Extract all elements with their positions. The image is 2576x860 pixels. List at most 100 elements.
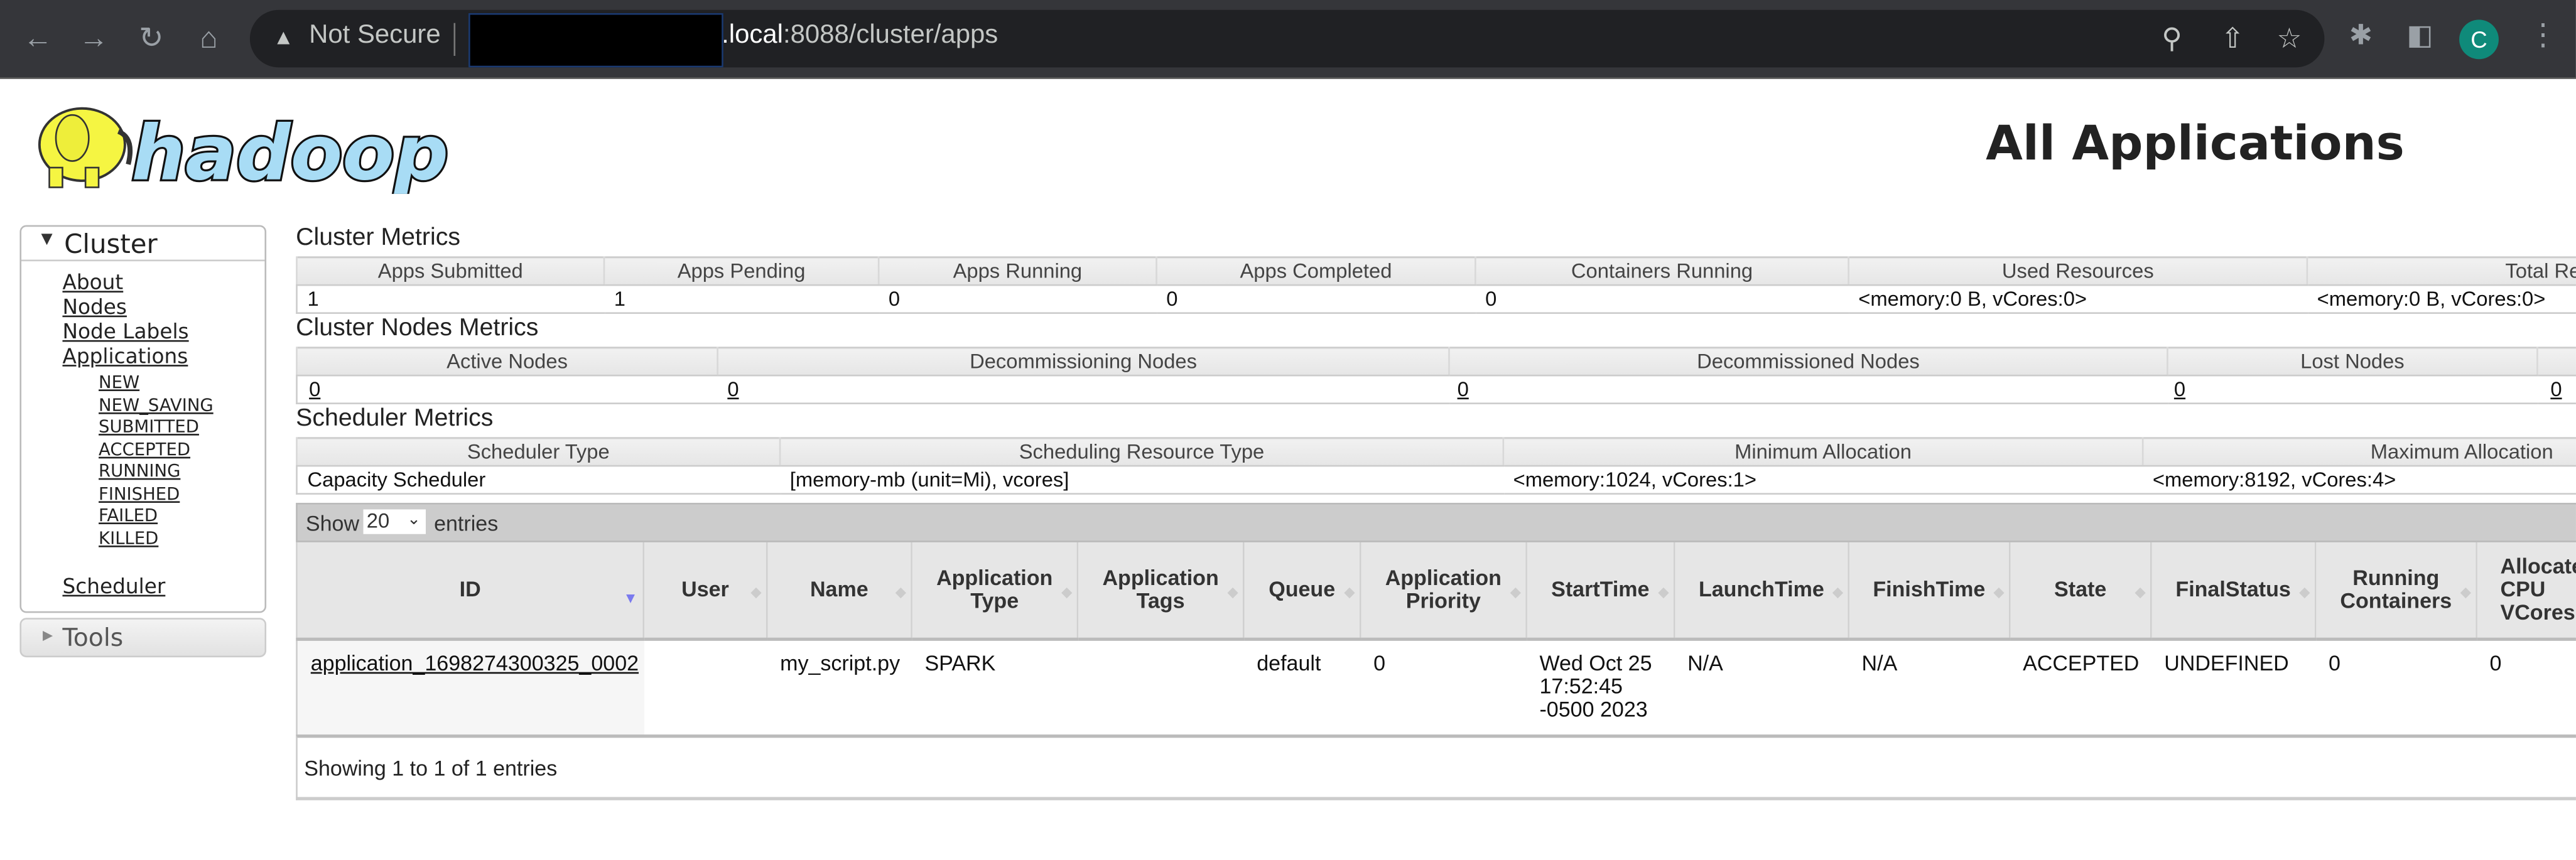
column-label: Queue [1269,576,1336,602]
metric-header: Minimum Allocation [1502,438,2143,467]
sidebar-link-running[interactable]: RUNNING [99,462,264,484]
decommissioned-nodes-link[interactable]: 0 [1458,378,1469,401]
column-header-application-tags[interactable]: Application Tags ◆ [1076,542,1244,641]
unhealthy-nodes-link[interactable]: 0 [2550,378,2562,401]
column-header-launchtime[interactable]: LaunchTime ◆ [1673,542,1849,641]
column-label: State [2054,576,2107,602]
column-label: Application Tags [1102,565,1219,613]
page-title: All Applications [1986,115,2405,171]
hadoop-logo[interactable]: hadoop [23,89,450,200]
sidebar-link-finished[interactable]: FINISHED [99,484,264,506]
table-header-row: ID ▼ User ◆ Name ◆ Application Type ◆ Applic… [296,542,2576,641]
column-header-user[interactable]: User ◆ [642,542,767,641]
tools-accordion-header[interactable]: ▶ Tools [19,618,267,658]
sidebar-link-scheduler[interactable]: Scheduler [62,574,264,598]
reload-icon[interactable]: ↻ [133,19,170,56]
cell-name: my_script.py [780,650,901,675]
column-header-starttime[interactable]: StartTime ◆ [1525,542,1675,641]
cluster-links: About Nodes Node Labels Applications NEW… [21,261,264,611]
sort-both-icon: ◆ [1228,584,1238,600]
page-size-select[interactable]: 20 ⌄ [363,509,426,534]
metric-header: Decommissioned Nodes [1448,347,2168,377]
warning-icon[interactable]: ▲ [273,24,295,49]
bookmark-star-icon[interactable]: ☆ [2277,23,2302,56]
back-icon[interactable]: ← [19,19,56,56]
sidebar-link-accepted[interactable]: ACCEPTED [99,439,264,461]
sidebar-link-failed[interactable]: FAILED [99,506,264,528]
nodes-metrics-table: Active Nodes Decommissioning Nodes Decom… [296,347,2576,404]
column-header-name[interactable]: Name ◆ [766,542,912,641]
column-header-application-priority[interactable]: Application Priority ◆ [1359,542,1527,641]
browser-toolbar: ← → ↻ ⌂ ▲ Not Secure .local:8088/cluster… [0,0,2576,79]
sidebar-link-submitted[interactable]: SUBMITTED [99,417,264,439]
tools-label: Tools [62,623,124,653]
cell-final-status: UNDEFINED [2164,650,2289,675]
cell-finish-time: N/A [1861,650,1898,675]
metric-header: Apps Pending [603,257,879,286]
sort-both-icon: ◆ [1344,584,1355,600]
lost-nodes-link[interactable]: 0 [2174,378,2185,401]
cell-start-time: Wed Oct 25 17:52:45 -0500 2023 [1539,650,1652,722]
application-id-link[interactable]: application_1698274300325_0002 [311,651,639,675]
sort-both-icon: ◆ [1993,584,2004,600]
scheduler-metrics-table: Scheduler Type Scheduling Resource Type … [296,437,2576,495]
more-menu-icon[interactable]: ⋮ [2528,18,2558,53]
sort-both-icon: ◆ [1832,584,1843,600]
url-host: .local [722,21,783,50]
profile-avatar[interactable]: C [2459,19,2499,60]
sort-both-icon: ◆ [2299,584,2310,600]
cell-queue: default [1257,650,1321,675]
metric-header: Apps Running [877,257,1157,286]
security-label[interactable]: Not Secure [309,21,441,51]
sidebar-link-nodes[interactable]: Nodes [62,294,264,319]
app-state-links: NEW NEW_SAVING SUBMITTED ACCEPTED RUNNIN… [62,373,264,551]
extensions-icon[interactable]: ✱ [2349,19,2373,52]
sort-both-icon: ◆ [896,584,906,600]
cell-allocated-vcores: 0 [2489,650,2502,675]
column-header-running-containers[interactable]: Running Containers ◆ [2314,542,2477,641]
column-header-id[interactable]: ID ▼ [296,542,644,641]
scheduler-metrics-value-row: Capacity Scheduler [memory-mb (unit=Mi),… [296,466,2575,494]
metric-value: [memory-mb (unit=Mi), vcores] [789,468,1069,492]
sidebar-link-applications[interactable]: Applications [62,343,264,368]
cluster-metrics-title: Cluster Metrics [296,223,460,252]
redacted-hostname [468,13,723,68]
home-icon[interactable]: ⌂ [191,19,227,56]
url-text[interactable]: .local:8088/cluster/apps [722,21,998,51]
sidebar-link-node-labels[interactable]: Node Labels [62,319,264,343]
triangle-down-icon: ▼ [41,232,53,249]
metric-value: <memory:1024, vCores:1> [1513,468,1757,492]
zoom-out-icon[interactable]: ⚲ [2162,23,2182,56]
column-header-allocated-vcores[interactable]: Allocated CPU VCores [2476,542,2576,641]
metric-header: Active Nodes [296,347,718,377]
metric-header: Containers Running [1475,257,1849,286]
forward-icon[interactable]: → [75,19,112,56]
side-panel-icon[interactable]: ◧ [2406,19,2433,52]
logo-wordmark: hadoop [131,109,448,194]
metric-value: Capacity Scheduler [307,468,486,492]
sidebar-link-new-saving[interactable]: NEW_SAVING [99,395,264,417]
active-nodes-link[interactable]: 0 [309,378,320,401]
address-bar[interactable]: ▲ Not Secure .local:8088/cluster/apps ⚲ … [249,9,2325,68]
metric-header: Scheduling Resource Type [779,438,1503,467]
column-header-finalstatus[interactable]: FinalStatus ◆ [2150,542,2316,641]
column-header-application-type[interactable]: Application Type ◆ [911,542,1078,641]
metric-header [2536,347,2576,377]
table-info-footer: Showing 1 to 1 of 1 entries [296,734,2576,800]
column-label: User [681,576,729,602]
share-icon[interactable]: ⇧ [2221,23,2244,56]
sidebar-link-new[interactable]: NEW [99,373,264,395]
cell-running-containers: 0 [2328,650,2341,675]
sidebar-link-about[interactable]: About [62,269,264,294]
cluster-accordion-header[interactable]: ▼ Cluster [21,227,265,262]
sort-desc-icon: ▼ [623,589,638,606]
decommissioning-nodes-link[interactable]: 0 [727,378,739,401]
column-label: LaunchTime [1698,576,1824,602]
column-header-finishtime[interactable]: FinishTime ◆ [1848,542,2010,641]
column-header-queue[interactable]: Queue ◆ [1242,542,1361,641]
sort-both-icon: ◆ [1658,584,1669,600]
column-header-state[interactable]: State ◆ [2008,542,2151,641]
cluster-metrics-value-row: 1 1 0 0 0 <memory:0 B, vCores:0> <memory… [296,285,2575,313]
sidebar-link-killed[interactable]: KILLED [99,529,264,551]
cell-priority: 0 [1373,650,1386,675]
